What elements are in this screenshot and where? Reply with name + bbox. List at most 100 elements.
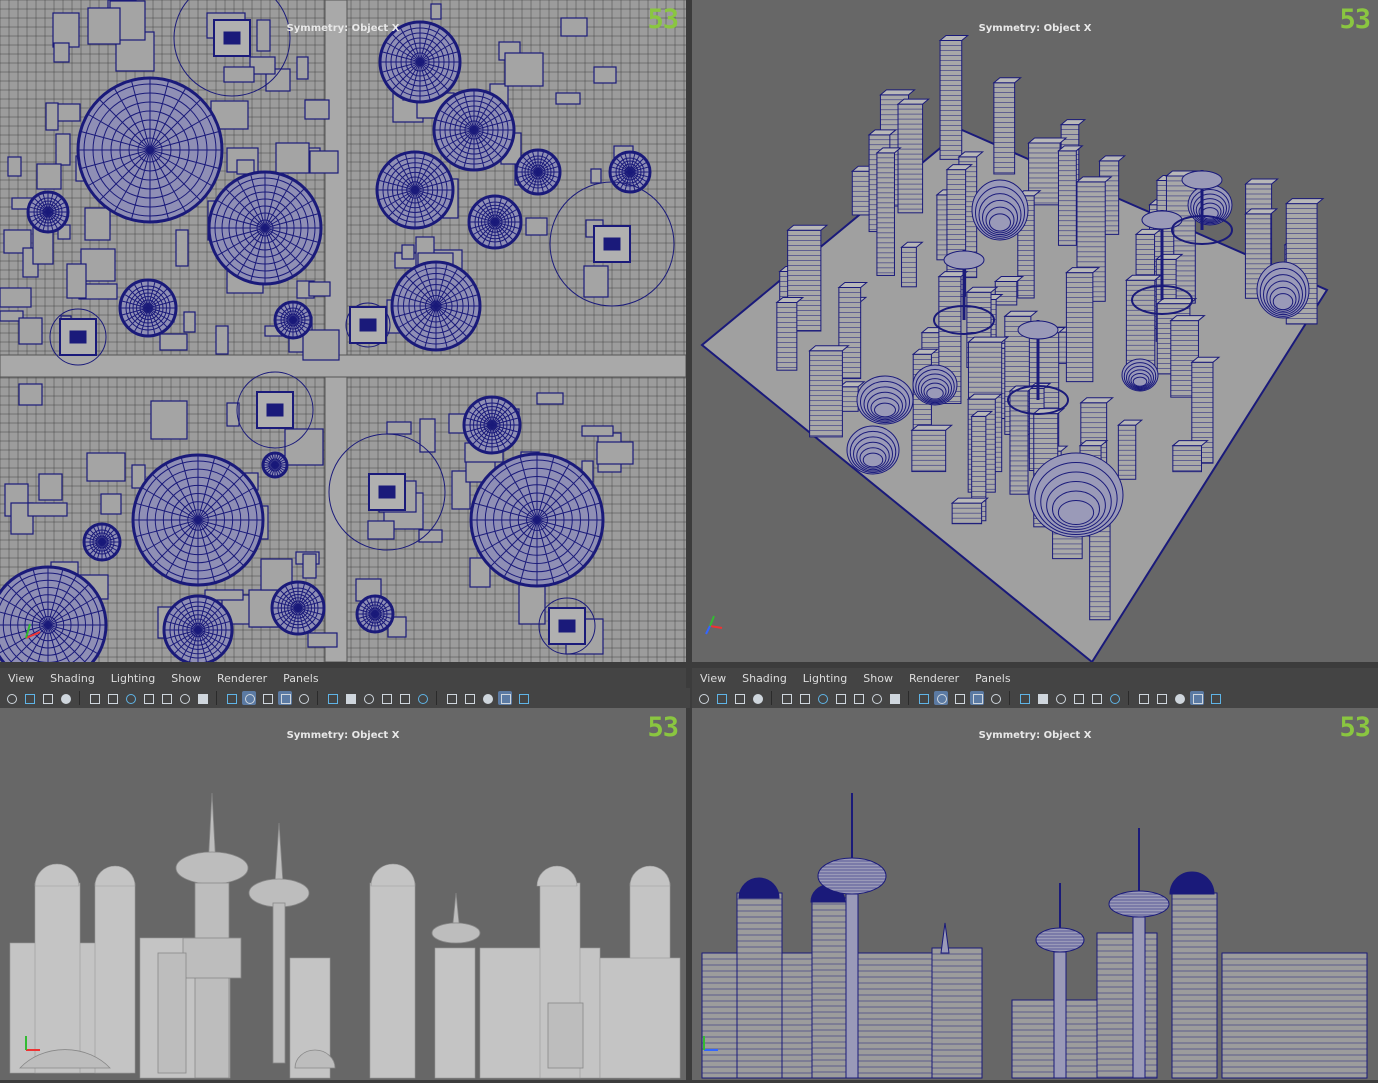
menu-shading[interactable]: Shading bbox=[734, 672, 795, 685]
menu-panels[interactable]: Panels bbox=[275, 672, 326, 685]
xray-joints-icon[interactable] bbox=[1172, 691, 1186, 705]
dome-footprint bbox=[514, 148, 562, 196]
camera-attr-icon[interactable] bbox=[714, 691, 728, 705]
camera-icon[interactable] bbox=[696, 691, 710, 705]
isolate-select-icon[interactable] bbox=[444, 691, 458, 705]
menu-show[interactable]: Show bbox=[855, 672, 901, 685]
depth-of-field-icon[interactable] bbox=[415, 691, 429, 705]
shadows-icon[interactable] bbox=[1035, 691, 1049, 705]
gate-mask-icon[interactable] bbox=[141, 691, 155, 705]
safe-action-icon[interactable] bbox=[869, 691, 883, 705]
symmetry-label: Symmetry: Object X bbox=[978, 23, 1092, 34]
motion-blur-icon[interactable] bbox=[379, 691, 393, 705]
camera-icon[interactable] bbox=[4, 691, 18, 705]
film-gate-icon[interactable] bbox=[797, 691, 811, 705]
field-chart-icon[interactable] bbox=[159, 691, 173, 705]
toolbar-separator bbox=[771, 691, 772, 705]
field-chart-icon[interactable] bbox=[851, 691, 865, 705]
dome-footprint bbox=[261, 451, 289, 479]
motion-blur-icon[interactable] bbox=[1071, 691, 1085, 705]
menu-shading[interactable]: Shading bbox=[42, 672, 103, 685]
anti-alias-icon[interactable] bbox=[397, 691, 411, 705]
menu-panels[interactable]: Panels bbox=[967, 672, 1018, 685]
menu-renderer[interactable]: Renderer bbox=[901, 672, 967, 685]
dome-footprint bbox=[207, 170, 323, 286]
depth-of-field-icon[interactable] bbox=[1107, 691, 1121, 705]
dome-footprint bbox=[467, 194, 523, 250]
city-persp-wireframe bbox=[700, 34, 1329, 662]
textured-icon[interactable] bbox=[988, 691, 1002, 705]
isolate-select-icon[interactable] bbox=[1136, 691, 1150, 705]
gate-mask-icon[interactable] bbox=[833, 691, 847, 705]
camera-attr-icon[interactable] bbox=[22, 691, 36, 705]
textured-icon[interactable] bbox=[296, 691, 310, 705]
viewport-persp[interactable]: Symmetry: Object X 53 bbox=[692, 0, 1378, 662]
xray-icon[interactable] bbox=[462, 691, 476, 705]
use-all-lights-icon[interactable] bbox=[1017, 691, 1031, 705]
viewport-front[interactable]: Symmetry: Object X 53 bbox=[0, 708, 686, 1080]
menu-view[interactable]: View bbox=[0, 672, 42, 685]
wire-buildings bbox=[701, 871, 1368, 1079]
panel-menubar-left: View Shading Lighting Show Renderer Pane… bbox=[0, 668, 686, 688]
use-all-lights-icon[interactable] bbox=[325, 691, 339, 705]
viewport-side[interactable]: Symmetry: Object X 53 bbox=[692, 708, 1378, 1080]
ambient-occlusion-icon[interactable] bbox=[1053, 691, 1067, 705]
anti-alias-icon[interactable] bbox=[1089, 691, 1103, 705]
panel-menubar-right: View Shading Lighting Show Renderer Pane… bbox=[692, 668, 1378, 688]
axis-gizmo-icon bbox=[705, 615, 723, 635]
image-plane-icon[interactable] bbox=[58, 691, 72, 705]
dome bbox=[1121, 358, 1159, 392]
dome bbox=[971, 179, 1029, 241]
menu-renderer[interactable]: Renderer bbox=[209, 672, 275, 685]
smooth-shade-icon[interactable] bbox=[242, 691, 256, 705]
dome-footprint bbox=[462, 395, 522, 455]
xray-joints-icon[interactable] bbox=[480, 691, 494, 705]
dome bbox=[1187, 184, 1233, 226]
bookmark-icon[interactable] bbox=[40, 691, 54, 705]
wireframe-icon[interactable] bbox=[224, 691, 238, 705]
menu-view[interactable]: View bbox=[692, 672, 734, 685]
safe-title-icon[interactable] bbox=[195, 691, 209, 705]
dome-footprint bbox=[390, 260, 482, 352]
wireframe-on-shaded-icon[interactable] bbox=[278, 691, 292, 705]
bookmark-icon[interactable] bbox=[732, 691, 746, 705]
resolution-icon[interactable] bbox=[516, 691, 530, 705]
image-plane-icon[interactable] bbox=[750, 691, 764, 705]
resolution-gate-icon[interactable] bbox=[815, 691, 829, 705]
menu-lighting[interactable]: Lighting bbox=[103, 672, 163, 685]
safe-action-icon[interactable] bbox=[177, 691, 191, 705]
wireframe-icon[interactable] bbox=[916, 691, 930, 705]
resolution-icon[interactable] bbox=[1208, 691, 1222, 705]
menu-lighting[interactable]: Lighting bbox=[795, 672, 855, 685]
xray-active-icon[interactable] bbox=[498, 691, 512, 705]
dome bbox=[846, 425, 900, 475]
grid-icon[interactable] bbox=[779, 691, 793, 705]
toolbar-separator bbox=[79, 691, 80, 705]
logo-53: 53 bbox=[1339, 4, 1371, 35]
safe-title-icon[interactable] bbox=[887, 691, 901, 705]
dome-footprint bbox=[432, 88, 516, 172]
dome-footprint bbox=[355, 594, 395, 634]
dome-footprint bbox=[162, 594, 234, 662]
viewport-top[interactable]: Symmetry: Object X 53 bbox=[0, 0, 686, 662]
xray-active-icon[interactable] bbox=[1190, 691, 1204, 705]
dome-footprint bbox=[469, 452, 605, 588]
panel-toolbar-left bbox=[0, 688, 690, 708]
grid-icon[interactable] bbox=[87, 691, 101, 705]
default-lighting-icon[interactable] bbox=[952, 691, 966, 705]
symmetry-label: Symmetry: Object X bbox=[978, 730, 1092, 741]
shadows-icon[interactable] bbox=[343, 691, 357, 705]
city-side-wireframe bbox=[701, 793, 1368, 1079]
toolbar-separator bbox=[436, 691, 437, 705]
dome-footprint bbox=[82, 522, 122, 562]
film-gate-icon[interactable] bbox=[105, 691, 119, 705]
ambient-occlusion-icon[interactable] bbox=[361, 691, 375, 705]
symmetry-label: Symmetry: Object X bbox=[286, 23, 400, 34]
menu-show[interactable]: Show bbox=[163, 672, 209, 685]
wireframe-on-shaded-icon[interactable] bbox=[970, 691, 984, 705]
toolbar-separator bbox=[317, 691, 318, 705]
smooth-shade-icon[interactable] bbox=[934, 691, 948, 705]
xray-icon[interactable] bbox=[1154, 691, 1168, 705]
resolution-gate-icon[interactable] bbox=[123, 691, 137, 705]
default-lighting-icon[interactable] bbox=[260, 691, 274, 705]
